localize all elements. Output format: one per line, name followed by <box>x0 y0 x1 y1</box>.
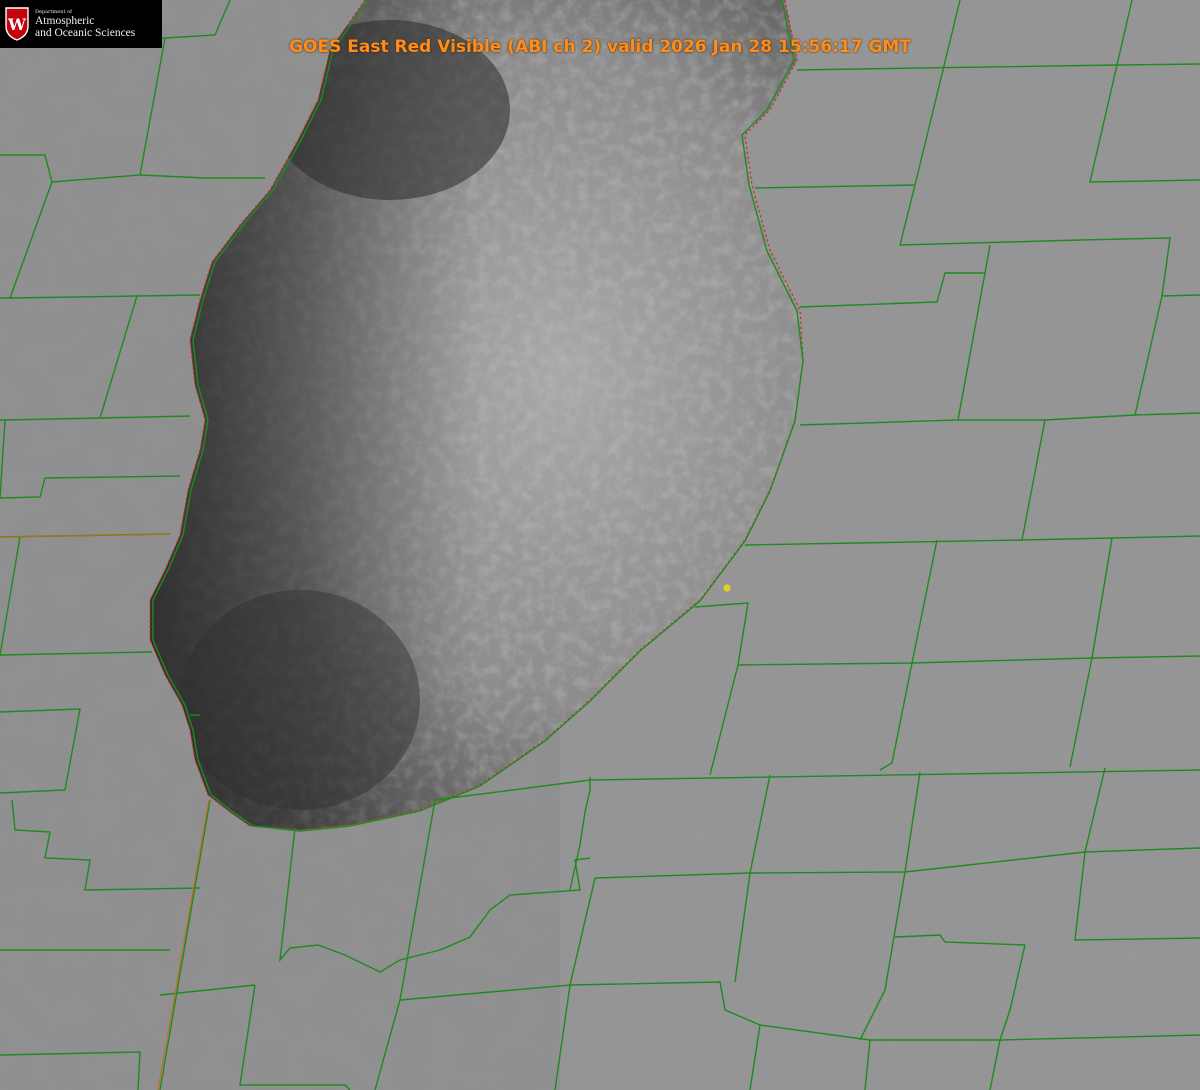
satellite-viewer: W Department of Atmospheric and Oceanic … <box>0 0 1200 1090</box>
image-title: GOES East Red Visible (ABI ch 2) valid 2… <box>289 37 911 57</box>
shield-letter: W <box>7 15 27 34</box>
logo-line1: Atmospheric <box>35 15 95 27</box>
observation-marker[interactable] <box>723 584 731 592</box>
satellite-map[interactable] <box>0 0 1200 1090</box>
